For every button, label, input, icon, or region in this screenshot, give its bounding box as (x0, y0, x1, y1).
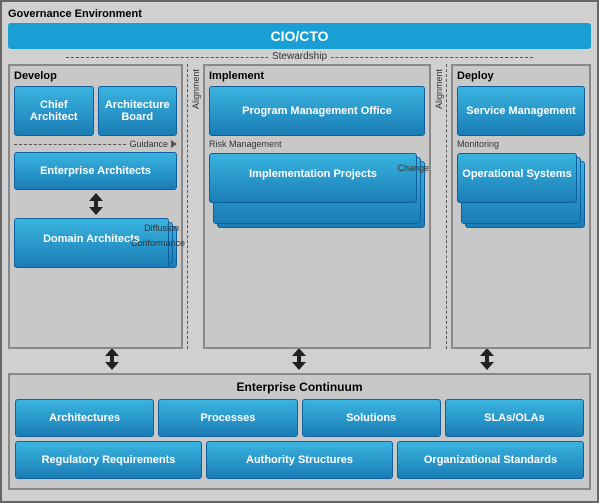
ea-arrows (14, 193, 177, 215)
left-double-arrow (105, 348, 119, 370)
ec-authority: Authority Structures (206, 441, 393, 479)
ec-slas: SLAs/OLAs (445, 399, 584, 437)
guidance-row: Guidance (14, 139, 177, 149)
implement-label: Implement (209, 70, 425, 82)
conformance-label: Conformance (131, 238, 185, 248)
ops-systems-box: Operational Systems (457, 153, 577, 203)
chief-architect-box: Chief Architect (14, 86, 94, 136)
service-mgmt-box: Service Management (457, 86, 585, 136)
risk-mgmt-label: Risk Management (209, 139, 425, 149)
domain-architects-container: Domain Architects Diffusion Conformance (14, 218, 177, 268)
stewardship-label: Stewardship (268, 51, 331, 62)
ec-processes: Processes (158, 399, 297, 437)
program-mgmt-box: Program Management Office (209, 86, 425, 136)
impl-projects-container: Implementation Projects Change (209, 153, 425, 228)
left-alignment-label: Alignment (191, 69, 201, 109)
ec-row-1: Architectures Processes Solutions SLAs/O… (15, 399, 584, 437)
develop-label: Develop (14, 70, 177, 82)
left-alignment-sidebar: Alignment (187, 64, 203, 349)
down-arrow-1 (105, 362, 119, 370)
up-arrow-1 (105, 348, 119, 356)
down-arrow-icon (89, 207, 103, 215)
implement-section: Implement Program Management Office Risk… (203, 64, 431, 349)
enterprise-architects-box: Enterprise Architects (14, 152, 177, 190)
implement-with-alignment: Alignment Implement Program Management O… (187, 64, 447, 349)
ops-systems-container: Operational Systems (457, 153, 585, 228)
down-arrow-3 (480, 362, 494, 370)
monitoring-label: Monitoring (457, 139, 585, 149)
down-arrow-2 (292, 362, 306, 370)
governance-title: Governance Environment (8, 8, 591, 20)
main-sections: Develop Chief Architect Architecture Boa… (8, 64, 591, 349)
up-arrow-3 (480, 348, 494, 356)
center-double-arrow (292, 348, 306, 370)
architecture-board-box: Architecture Board (98, 86, 178, 136)
right-alignment-label: Alignment (434, 69, 444, 109)
governance-environment: Governance Environment CIO/CTO Stewardsh… (0, 0, 599, 503)
cio-bar: CIO/CTO (8, 23, 591, 49)
ec-row-2: Regulatory Requirements Authority Struct… (15, 441, 584, 479)
deploy-section: Deploy Service Management Monitoring Ope… (451, 64, 591, 349)
develop-top-boxes: Chief Architect Architecture Board (14, 86, 177, 136)
develop-section: Develop Chief Architect Architecture Boa… (8, 64, 183, 349)
ec-org-standards: Organizational Standards (397, 441, 584, 479)
guidance-arrow (171, 140, 177, 148)
change-label: Change (397, 163, 429, 173)
ec-solutions: Solutions (302, 399, 441, 437)
ec-label: Enterprise Continuum (15, 380, 584, 394)
up-arrow-2 (292, 348, 306, 356)
enterprise-continuum: Enterprise Continuum Architectures Proce… (8, 373, 591, 490)
ec-regulatory: Regulatory Requirements (15, 441, 202, 479)
deploy-label: Deploy (457, 70, 585, 82)
ec-architectures: Architectures (15, 399, 154, 437)
stewardship-row: Stewardship (8, 51, 591, 62)
guidance-label: Guidance (129, 139, 168, 149)
right-double-arrow (480, 348, 494, 370)
arrows-row (8, 349, 591, 369)
impl-projects-box: Implementation Projects (209, 153, 417, 203)
ea-double-arrow (89, 193, 103, 215)
up-arrow-icon (89, 193, 103, 201)
right-alignment-sidebar: Alignment (431, 64, 447, 349)
diffusion-label: Diffusion (144, 223, 179, 233)
